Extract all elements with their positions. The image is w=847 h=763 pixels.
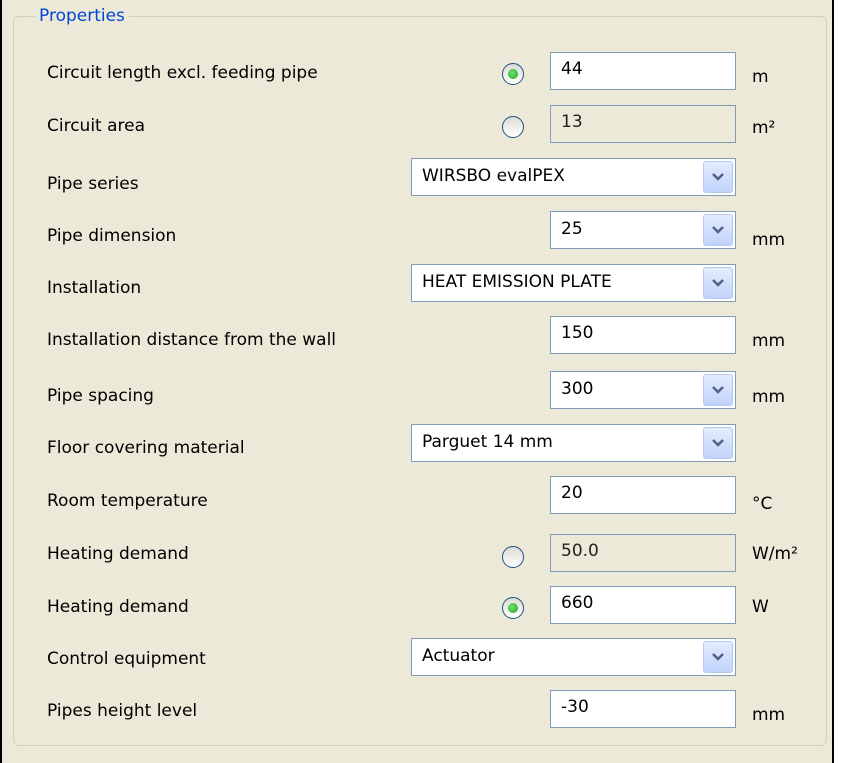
room-temperature-unit: °C (752, 494, 773, 514)
floor-covering-value: Parguet 14 mm (422, 432, 553, 452)
heating-demand-total-radio[interactable] (502, 597, 524, 619)
pipe-dimension-value: 25 (561, 219, 583, 239)
installation-dropdown[interactable]: HEAT EMISSION PLATE (411, 264, 736, 302)
heating-demand-total-input[interactable]: 660 (550, 586, 736, 624)
heating-demand-total-label: Heating demand (47, 597, 189, 617)
pipe-series-label: Pipe series (47, 174, 139, 194)
pipe-dimension-label: Pipe dimension (47, 226, 177, 246)
chevron-down-icon[interactable] (703, 374, 733, 406)
installation-value: HEAT EMISSION PLATE (422, 272, 612, 292)
pipe-dimension-dropdown[interactable]: 25 (550, 211, 736, 249)
pipe-spacing-label: Pipe spacing (47, 386, 154, 406)
group-title: Properties (35, 5, 129, 27)
chevron-down-icon[interactable] (703, 214, 733, 246)
circuit-area-radio[interactable] (502, 116, 524, 138)
floor-covering-dropdown[interactable]: Parguet 14 mm (411, 424, 736, 462)
pipe-spacing-dropdown[interactable]: 300 (550, 371, 736, 409)
room-temperature-label: Room temperature (47, 491, 208, 511)
pipe-spacing-unit: mm (752, 387, 786, 407)
heating-demand-area-label: Heating demand (47, 544, 189, 564)
pipes-height-level-input[interactable]: -30 (550, 690, 736, 728)
circuit-length-radio[interactable] (502, 63, 524, 85)
pipes-height-level-label: Pipes height level (47, 701, 198, 721)
installation-distance-label: Installation distance from the wall (47, 330, 337, 350)
radio-selected-dot (508, 69, 518, 79)
pipe-dimension-unit: mm (752, 230, 786, 250)
installation-distance-unit: mm (752, 331, 786, 351)
circuit-area-input[interactable]: 13 (550, 105, 736, 143)
chevron-down-icon[interactable] (703, 641, 733, 673)
heating-demand-area-unit: W/m² (752, 544, 798, 564)
circuit-area-unit: m² (752, 118, 776, 138)
chevron-down-icon[interactable] (703, 267, 733, 299)
properties-panel: Properties Circuit length excl. feeding … (0, 0, 834, 763)
control-equipment-label: Control equipment (47, 649, 206, 669)
chevron-down-icon[interactable] (703, 427, 733, 459)
installation-label: Installation (47, 278, 142, 298)
heating-demand-total-unit: W (752, 597, 769, 617)
room-temperature-input[interactable]: 20 (550, 476, 736, 514)
pipe-spacing-value: 300 (561, 379, 594, 399)
circuit-length-label: Circuit length excl. feeding pipe (47, 63, 318, 83)
installation-distance-input[interactable]: 150 (550, 316, 736, 354)
circuit-area-label: Circuit area (47, 116, 146, 136)
radio-selected-dot (508, 603, 518, 613)
pipe-series-dropdown[interactable]: WIRSBO evalPEX (411, 158, 736, 196)
circuit-length-input[interactable]: 44 (550, 52, 736, 90)
chevron-down-icon[interactable] (703, 161, 733, 193)
floor-covering-label: Floor covering material (47, 438, 245, 458)
pipes-height-level-unit: mm (752, 705, 786, 725)
pipe-series-value: WIRSBO evalPEX (422, 166, 565, 186)
control-equipment-value: Actuator (422, 646, 495, 666)
circuit-length-unit: m (752, 67, 769, 87)
heating-demand-area-input[interactable]: 50.0 (550, 534, 736, 572)
heating-demand-area-radio[interactable] (502, 546, 524, 568)
control-equipment-dropdown[interactable]: Actuator (411, 638, 736, 676)
